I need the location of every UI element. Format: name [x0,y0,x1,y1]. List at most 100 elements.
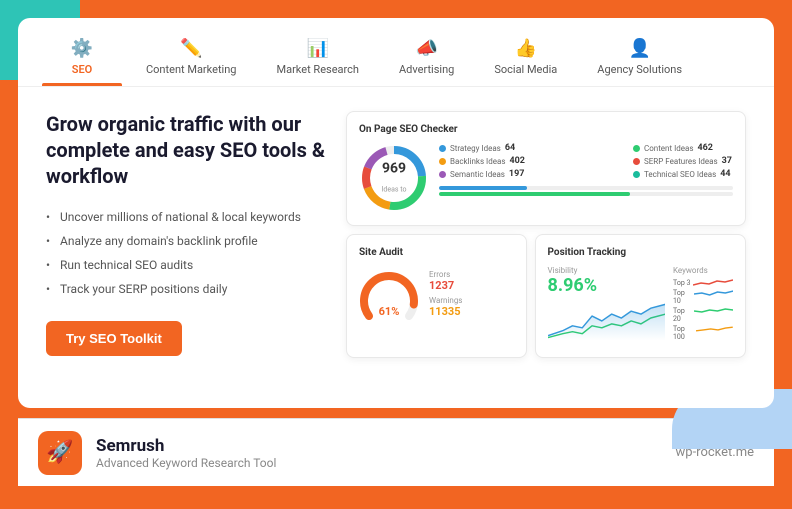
seo-bar-1 [439,186,733,190]
content-dot [633,145,640,152]
seo-item-technical: Technical SEO Ideas 44 [633,169,733,179]
keyword-sparkline-2 [694,289,733,297]
visibility-label: Visibility [548,266,665,275]
seo-bars [439,186,733,198]
donut-sub: Ideas to [382,186,407,194]
serp-dot [633,158,640,165]
market-research-tab-icon: 📊 [307,38,329,59]
keyword-sparkline-4 [696,325,733,333]
seo-row-2: Backlinks Ideas 402 SERP Features Ideas … [439,156,733,166]
feature-item-4: Track your SERP positions daily [46,277,326,301]
seo-tab-icon: ⚙️ [71,38,93,59]
keyword-sparkline-1 [693,279,733,287]
backlinks-value: 402 [509,156,525,166]
keyword-item-top100: Top 100 [673,325,733,341]
tab-social-media-label: Social Media [494,63,557,76]
donut-number: 969 [382,161,407,177]
tab-content-marketing[interactable]: ✏️ Content Marketing [130,30,252,86]
features-list: Uncover millions of national & local key… [46,205,326,301]
left-content: Grow organic traffic with our complete a… [46,111,326,358]
seo-bar-fill-2 [439,192,630,196]
keyword-item-top3: Top 3 [673,279,733,287]
agency-tab-icon: 👤 [628,38,650,59]
errors-stat: Errors 1237 [429,270,514,292]
seo-item-content: Content Ideas 462 [633,143,733,153]
semantic-dot [439,171,446,178]
technical-label: Technical SEO Ideas [644,170,716,179]
donut-center: 969 Ideas to [382,161,407,196]
warnings-label: Warnings [429,296,514,305]
cta-button[interactable]: Try SEO Toolkit [46,321,182,356]
keyword-item-top20: Top 20 [673,307,733,323]
footer-description: Advanced Keyword Research Tool [96,456,676,470]
tab-advertising-label: Advertising [399,63,454,76]
on-page-seo-card: On Page SEO Checker [346,111,746,226]
donut-chart: 969 Ideas to [359,143,429,213]
seo-item-semantic: Semantic Ideas 197 [439,169,539,179]
technical-dot [633,171,640,178]
visibility-value: 8.96% [548,275,665,296]
nav-tabs: ⚙️ SEO ✏️ Content Marketing 📊 Market Res… [18,18,774,87]
position-tracking-card: Position Tracking Visibility 8.96% [535,234,746,358]
tab-advertising[interactable]: 📣 Advertising [383,30,470,86]
technical-value: 44 [720,169,730,179]
tab-market-research-label: Market Research [276,63,359,76]
keyword-item-top10: Top 10 [673,289,733,305]
site-audit-card: Site Audit 61% Erro [346,234,527,358]
serp-label: SERP Features Ideas [644,157,718,166]
feature-item-2: Analyze any domain's backlink profile [46,229,326,253]
keywords-list: Top 3 Top 10 [673,279,733,341]
footer-text: Semrush Advanced Keyword Research Tool [96,436,676,470]
serp-value: 37 [722,156,732,166]
main-heading: Grow organic traffic with our complete a… [46,111,326,189]
semantic-value: 197 [509,169,525,179]
errors-value: 1237 [429,279,514,292]
footer-app-name: Semrush [96,436,676,456]
position-chart [548,296,665,341]
on-page-seo-title: On Page SEO Checker [359,124,733,135]
seo-item-backlinks: Backlinks Ideas 402 [439,156,539,166]
tab-seo-label: SEO [72,63,93,76]
seo-bar-2 [439,192,733,196]
errors-label: Errors [429,270,514,279]
footer-bar: 🚀 Semrush Advanced Keyword Research Tool… [18,418,774,486]
keywords-label: Keywords [673,266,733,275]
position-left: Visibility 8.96% [548,266,665,345]
backlinks-label: Backlinks Ideas [450,157,505,166]
content-area: Grow organic traffic with our complete a… [18,87,774,382]
position-content: Visibility 8.96% [548,266,733,345]
position-title: Position Tracking [548,247,733,258]
backlinks-dot [439,158,446,165]
tab-market-research[interactable]: 📊 Market Research [260,30,375,86]
audit-inner: 61% Errors 1237 Warnings 11335 [359,266,514,326]
tab-content-marketing-label: Content Marketing [146,63,236,76]
warnings-stat: Warnings 11335 [429,296,514,318]
feature-item-1: Uncover millions of national & local key… [46,205,326,229]
semantic-label: Semantic Ideas [450,170,505,179]
position-right: Keywords Top 3 Top 10 [673,266,733,345]
main-card: ⚙️ SEO ✏️ Content Marketing 📊 Market Res… [18,18,774,408]
keyword-top100-label: Top 100 [673,325,696,341]
outer-wrapper: ⚙️ SEO ✏️ Content Marketing 📊 Market Res… [0,0,792,509]
content-value: 462 [697,143,713,153]
seo-checker-inner: 969 Ideas to Strategy Ideas 64 [359,143,733,213]
tab-social-media[interactable]: 👍 Social Media [478,30,573,86]
content-label: Content Ideas [644,144,693,153]
gauge-percent: 61% [379,305,400,318]
gauge-chart: 61% [359,266,419,326]
seo-row-3: Semantic Ideas 197 Technical SEO Ideas 4… [439,169,733,179]
content-marketing-tab-icon: ✏️ [180,38,202,59]
social-media-tab-icon: 👍 [515,38,537,59]
tab-seo[interactable]: ⚙️ SEO [42,30,122,86]
strategy-label: Strategy Ideas [450,144,501,153]
right-dashboard: On Page SEO Checker [346,111,746,358]
footer-logo-icon: 🚀 [46,440,73,465]
seo-items: Strategy Ideas 64 Content Ideas 462 [439,143,733,213]
keyword-sparkline-3 [694,307,733,315]
advertising-tab-icon: 📣 [415,38,437,59]
strategy-value: 64 [505,143,515,153]
seo-item-serp: SERP Features Ideas 37 [633,156,733,166]
strategy-dot [439,145,446,152]
tab-agency-solutions[interactable]: 👤 Agency Solutions [581,30,698,86]
warnings-value: 11335 [429,305,514,318]
